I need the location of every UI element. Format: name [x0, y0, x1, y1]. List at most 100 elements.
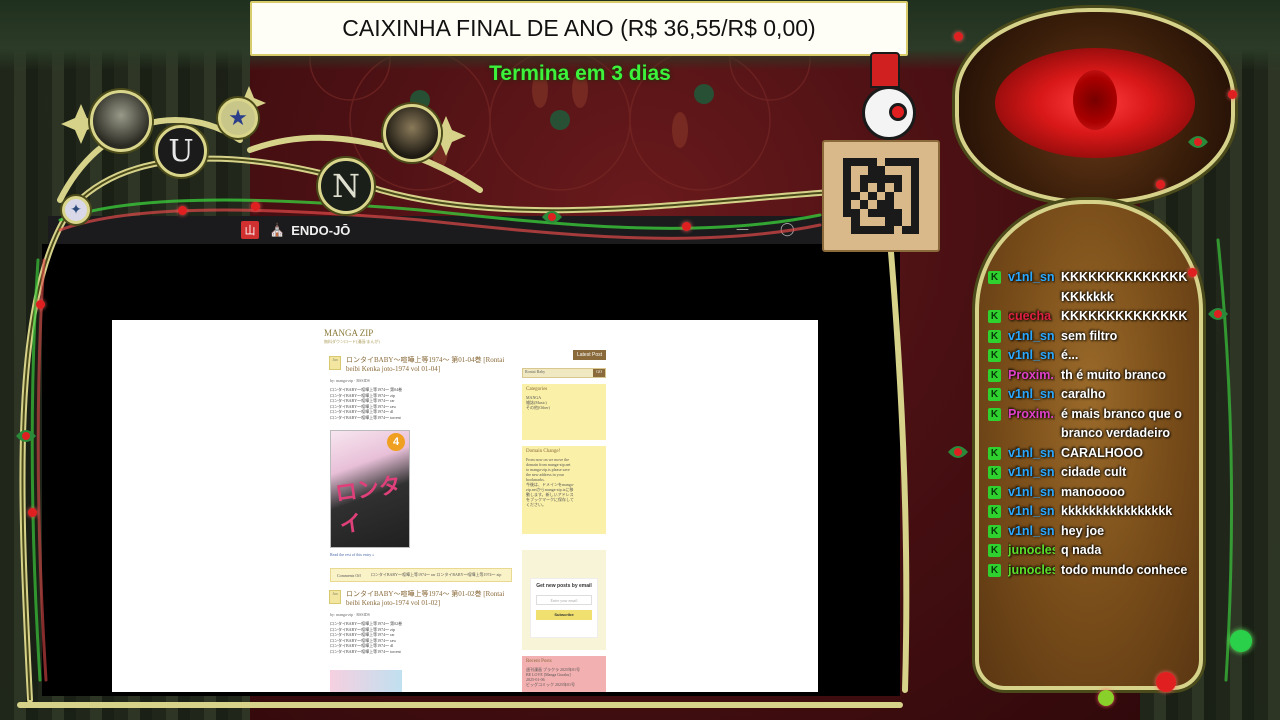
- chat-username[interactable]: v1nl_sn: [1008, 483, 1055, 503]
- holly-icon: [948, 446, 968, 458]
- subscribe-button[interactable]: Subscribe: [536, 610, 592, 620]
- subscribe-form: Get new posts by email Enter your email …: [530, 578, 598, 638]
- post-download-line[interactable]: ロンタイBABY～喧嘩上等1974～ torrent: [330, 649, 516, 655]
- qr-cell: [868, 183, 876, 191]
- qr-cell: [893, 208, 903, 218]
- chat-message-text: KKKKKKKKKKKKKKKKkkkkk: [1061, 270, 1188, 304]
- restore-button[interactable]: ◯: [780, 222, 795, 237]
- category-link[interactable]: その他(Other): [526, 405, 602, 410]
- domain-heading: Domain Change!: [526, 449, 561, 454]
- site-subtitle: 無料ダウンロード(漫画/まんが): [324, 339, 380, 344]
- chat-username[interactable]: junocles: [1008, 561, 1055, 581]
- qr-cell: [894, 200, 902, 208]
- chat-username[interactable]: v1nl_sn: [1008, 385, 1055, 405]
- sub-badge-letter-n: N: [318, 158, 374, 214]
- categories-widget: Categories MANGA 雑誌(Music) その他(Other): [522, 384, 606, 440]
- qr-cell: [843, 166, 852, 175]
- qr-cell: [893, 174, 903, 184]
- search-input[interactable]: Rontai Baby GO: [522, 368, 606, 378]
- chat-username[interactable]: v1nl_sn: [1008, 346, 1055, 366]
- qr-cell: [851, 208, 860, 218]
- post-title[interactable]: ロンタイBABY～喧嘩上等1974～ 第01-04巻 [Rontai beibi…: [326, 356, 516, 374]
- post-download-list: ロンタイBABY～喧嘩上等1974～ 第04巻 ロンタイBABY～喧嘩上等197…: [326, 387, 516, 420]
- kick-badge-icon: K: [988, 407, 1001, 421]
- qr-cell: [876, 166, 886, 175]
- qr-cell: [876, 225, 886, 234]
- qr-cell: [868, 225, 877, 234]
- minimize-button[interactable]: —: [736, 222, 749, 237]
- qr-cell: [877, 217, 885, 225]
- qr-code[interactable]: [843, 158, 919, 234]
- holly-icon: [1188, 136, 1208, 148]
- qr-cell: [885, 174, 894, 184]
- ornament-lime-ball: [1098, 690, 1114, 706]
- manga-cover-image[interactable]: 4 ロンタイ: [330, 430, 410, 548]
- chat-username[interactable]: cuecha: [1008, 307, 1055, 327]
- qr-cell: [885, 225, 894, 234]
- chat-username[interactable]: v1nl_sn: [1008, 444, 1055, 464]
- qr-cell: [843, 158, 852, 167]
- chat-username[interactable]: v1nl_sn: [1008, 522, 1055, 542]
- qr-cell: [843, 208, 852, 218]
- latest-post-button[interactable]: Latest Post: [572, 350, 606, 360]
- post-date-icon: Jan: [329, 356, 341, 370]
- qr-cell: [902, 158, 911, 167]
- qr-code-scroll[interactable]: [822, 140, 940, 252]
- browser-page[interactable]: MANGA ZIP 無料ダウンロード(漫画/まんが) Jan ロンタイBABY～…: [112, 320, 818, 692]
- chat-message: Kv1nl_sn KKKKKKKKKKKKKKKKkkkkk: [988, 268, 1188, 307]
- chat-message-text: todo mundo conhece: [1061, 562, 1188, 577]
- sub-badge-portrait-2: [383, 104, 441, 162]
- chat-username[interactable]: junocles: [1008, 541, 1055, 561]
- temple-icon: ⛪: [269, 222, 286, 238]
- qr-cell: [868, 208, 877, 218]
- ornament-green-ball: [1230, 630, 1252, 652]
- game-window-titlebar[interactable]: 山 ⛪ ENDO-JŌ — ◯: [48, 216, 828, 244]
- recent-post-link[interactable]: ビッグコミック 2025年01号: [526, 682, 602, 687]
- qr-cell: [876, 208, 886, 218]
- post-download-list: ロンタイBABY～喧嘩上等1974～ 第02巻 ロンタイBABY～喧嘩上等197…: [326, 621, 516, 654]
- chat-message-text: q nada: [1061, 543, 1102, 557]
- qr-cell: [910, 217, 919, 226]
- qr-cell: [902, 183, 910, 191]
- qr-cell: [851, 166, 859, 174]
- chat-username[interactable]: v1nl_sn: [1008, 502, 1055, 522]
- qr-cell: [859, 225, 869, 234]
- kick-badge-icon: K: [988, 485, 1001, 499]
- qr-cell: [910, 183, 919, 192]
- qr-cell: [859, 158, 869, 167]
- qr-cell: [894, 226, 902, 234]
- read-more-link[interactable]: Read the rest of this entry »: [330, 552, 374, 557]
- chat-message: Kv1nl_sn sem filtro: [988, 327, 1188, 347]
- qr-cell: [902, 217, 910, 225]
- site-title[interactable]: MANGA ZIP: [324, 328, 373, 338]
- qr-cell: [877, 158, 885, 166]
- qr-cell: [860, 192, 868, 200]
- chat-message: K Proxim... th é muito branco: [988, 366, 1188, 386]
- chat-username[interactable]: Proxim...: [1008, 366, 1055, 386]
- qr-cell: [894, 166, 902, 174]
- ornament: [28, 508, 37, 517]
- post-tags[interactable]: ロンタイBABY～喧嘩上等1974～ rar ロンタイBABY～喧嘩上等1974…: [371, 572, 502, 578]
- chat-username[interactable]: v1nl_sn: [1008, 327, 1055, 347]
- qr-cell: [859, 183, 869, 192]
- qr-cell: [868, 191, 877, 201]
- game-window-title: ENDO-JŌ: [291, 222, 351, 238]
- ornament-red-ball: [1156, 672, 1176, 692]
- qr-cell: [885, 158, 894, 167]
- post-title[interactable]: ロンタイBABY～喧嘩上等1974～ 第01-02巻 [Rontai beibi…: [326, 590, 516, 608]
- manga-cover-image-2[interactable]: [330, 670, 402, 692]
- recent-posts-heading: Recent Posts: [526, 659, 552, 664]
- volume-number-badge: 4: [387, 433, 405, 451]
- chat-username[interactable]: v1nl_sn: [1008, 268, 1055, 288]
- chat-username[interactable]: Proxim...: [1008, 405, 1055, 425]
- chat-message-list: Kv1nl_sn KKKKKKKKKKKKKKKKkkkkk Kcuecha KKKK…: [988, 268, 1188, 580]
- domain-change-widget: Domain Change! From now on we move the d…: [522, 446, 606, 534]
- email-field[interactable]: Enter your email: [536, 595, 592, 605]
- chat-username[interactable]: v1nl_sn: [1008, 463, 1055, 483]
- post-download-line[interactable]: ロンタイBABY～喧嘩上等1974～ torrent: [330, 415, 516, 421]
- ornament: [1156, 180, 1165, 189]
- search-go-button[interactable]: GO: [593, 369, 605, 377]
- cover-logo: ロンタイ: [333, 472, 403, 538]
- qr-cell: [893, 183, 903, 192]
- qr-cell: [910, 208, 919, 218]
